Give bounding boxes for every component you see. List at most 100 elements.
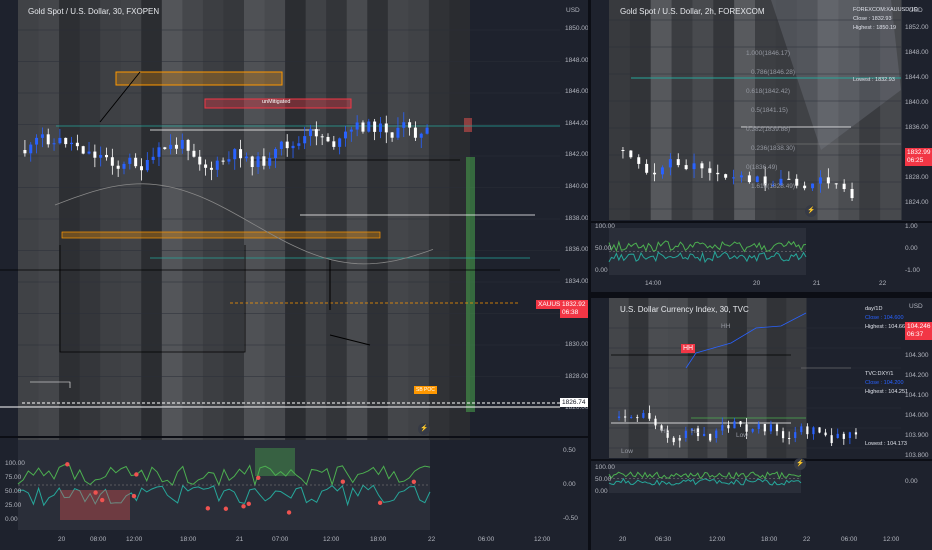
candle-body	[648, 413, 651, 419]
axis-tick-label: 18:00	[370, 536, 387, 543]
session-band	[100, 0, 122, 440]
bottom-right-chart-pane[interactable]: U.S. Dollar Currency Index, 30, TVC USD …	[591, 298, 932, 550]
axis-tick-label: 1852.00	[905, 24, 929, 31]
candle-body	[795, 178, 799, 186]
candle-body	[279, 141, 283, 149]
axis-tick-label: 0.618(1842.42)	[746, 88, 791, 95]
session-band	[650, 0, 673, 220]
candle-body	[800, 426, 803, 433]
candle-body	[180, 139, 184, 149]
candle-body	[621, 150, 625, 151]
candle-body	[672, 437, 675, 443]
top-right-flash-icon[interactable]: ⚡	[805, 205, 817, 217]
candle-body	[396, 127, 400, 138]
axis-tick-label: 104.000	[905, 412, 929, 419]
session-band	[367, 0, 389, 440]
candle-body	[676, 159, 680, 166]
candle-body	[747, 175, 751, 183]
candle-body	[233, 149, 237, 160]
bottom-right-flash-icon[interactable]: ⚡	[794, 458, 806, 470]
axis-tick-label: 20	[753, 280, 761, 287]
session-band	[713, 0, 735, 220]
axis-tick-label: 0.00	[595, 488, 608, 495]
candle-body	[35, 137, 39, 145]
axis-tick-label: 1840.00	[905, 99, 929, 106]
candle-body	[848, 432, 851, 438]
future-area	[470, 0, 560, 440]
bottom-right-price-tag: 104.246 06:37	[905, 322, 932, 340]
candle-body	[139, 166, 143, 171]
axis-tick-label: 1846.00	[565, 88, 588, 96]
osc-dot	[340, 479, 346, 484]
left-flash-icon[interactable]: ⚡	[418, 423, 430, 435]
left-chart-canvas[interactable]	[0, 0, 588, 550]
left-chart-title: Gold Spot / U.S. Dollar, 30, FXOPEN	[28, 7, 160, 16]
axis-tick-label: 18:00	[761, 536, 778, 543]
candle-body	[739, 175, 743, 178]
bottom-right-chart-title: U.S. Dollar Currency Index, 30, TVC	[620, 305, 749, 314]
top-right-chart-pane[interactable]: Gold Spot / U.S. Dollar, 2h, FOREXCOM US…	[591, 0, 932, 292]
bottom-right-chart-canvas[interactable]	[591, 298, 932, 550]
axis-tick-label: 1.00	[905, 223, 918, 230]
candle-body	[624, 416, 627, 418]
session-band	[202, 0, 224, 440]
axis-tick-label: 21	[236, 536, 244, 543]
session-band	[18, 0, 40, 440]
axis-tick-label: 12:00	[534, 536, 551, 543]
unmitigated-box-label: unMitigated	[262, 99, 291, 105]
axis-tick-label: 50.00	[595, 476, 612, 483]
candle-body	[413, 127, 417, 138]
axis-tick-label: 12:00	[883, 536, 900, 543]
axis-tick-label: 0.00	[905, 245, 918, 252]
candle-body	[309, 129, 313, 137]
candle-body	[419, 133, 423, 138]
candle-body	[116, 165, 120, 169]
candle-body	[803, 185, 807, 189]
candle-body	[629, 150, 633, 158]
axis-tick-label: 12:00	[709, 536, 726, 543]
axis-tick-label: 104.200	[905, 372, 929, 379]
osc-dot	[134, 472, 139, 477]
session-band	[746, 298, 768, 458]
left-chart-pane[interactable]: Gold Spot / U.S. Dollar, 30, FXOPEN USD …	[0, 0, 588, 550]
candle-body	[755, 176, 759, 183]
axis-tick-label: 103.900	[905, 432, 929, 439]
price-value: 1832.99	[907, 149, 931, 156]
candle-body	[668, 159, 672, 168]
axis-tick-label: 1844.00	[565, 119, 588, 127]
candle-body	[151, 156, 155, 160]
session-band	[428, 0, 450, 440]
info-line: TVC:DXY/1	[865, 371, 894, 377]
session-band	[628, 298, 649, 458]
left-price-value: 1832.92	[562, 301, 586, 308]
info-line: Close : 1832.93	[853, 16, 892, 22]
candle-body	[716, 172, 720, 175]
candle-body	[645, 163, 649, 173]
candle-body	[355, 122, 359, 130]
session-band	[38, 0, 60, 440]
session-band	[59, 0, 81, 440]
candle-body	[702, 433, 706, 437]
candle-body	[700, 163, 704, 169]
supply-zone	[115, 71, 283, 86]
bottom-right-lowest: Lowest : 104.173	[865, 441, 907, 447]
bottom-right-info-mid: TVC:DXY/1 Close : 104.200 Highest : 104.…	[865, 370, 908, 397]
session-band	[629, 0, 652, 220]
candle-body	[93, 151, 97, 158]
candle-body	[367, 121, 371, 132]
axis-tick-label: 06:00	[841, 536, 858, 543]
candle-body	[134, 157, 138, 167]
axis-tick-label: 0.00	[905, 478, 918, 485]
info-line: FOREXCOM:XAUUSD/1D	[853, 7, 918, 13]
axis-tick-label: 50.00	[595, 245, 612, 252]
axis-tick-label: 06:30	[655, 536, 672, 543]
session-band	[141, 0, 163, 440]
candle-body	[724, 174, 728, 178]
session-band	[346, 0, 368, 440]
axis-tick-label: 0.786(1846.28)	[751, 69, 796, 76]
osc-dot	[246, 501, 251, 507]
candle-body	[692, 163, 696, 170]
candle-body	[811, 183, 815, 189]
stop-zone	[464, 118, 472, 132]
candle-body	[262, 156, 266, 166]
